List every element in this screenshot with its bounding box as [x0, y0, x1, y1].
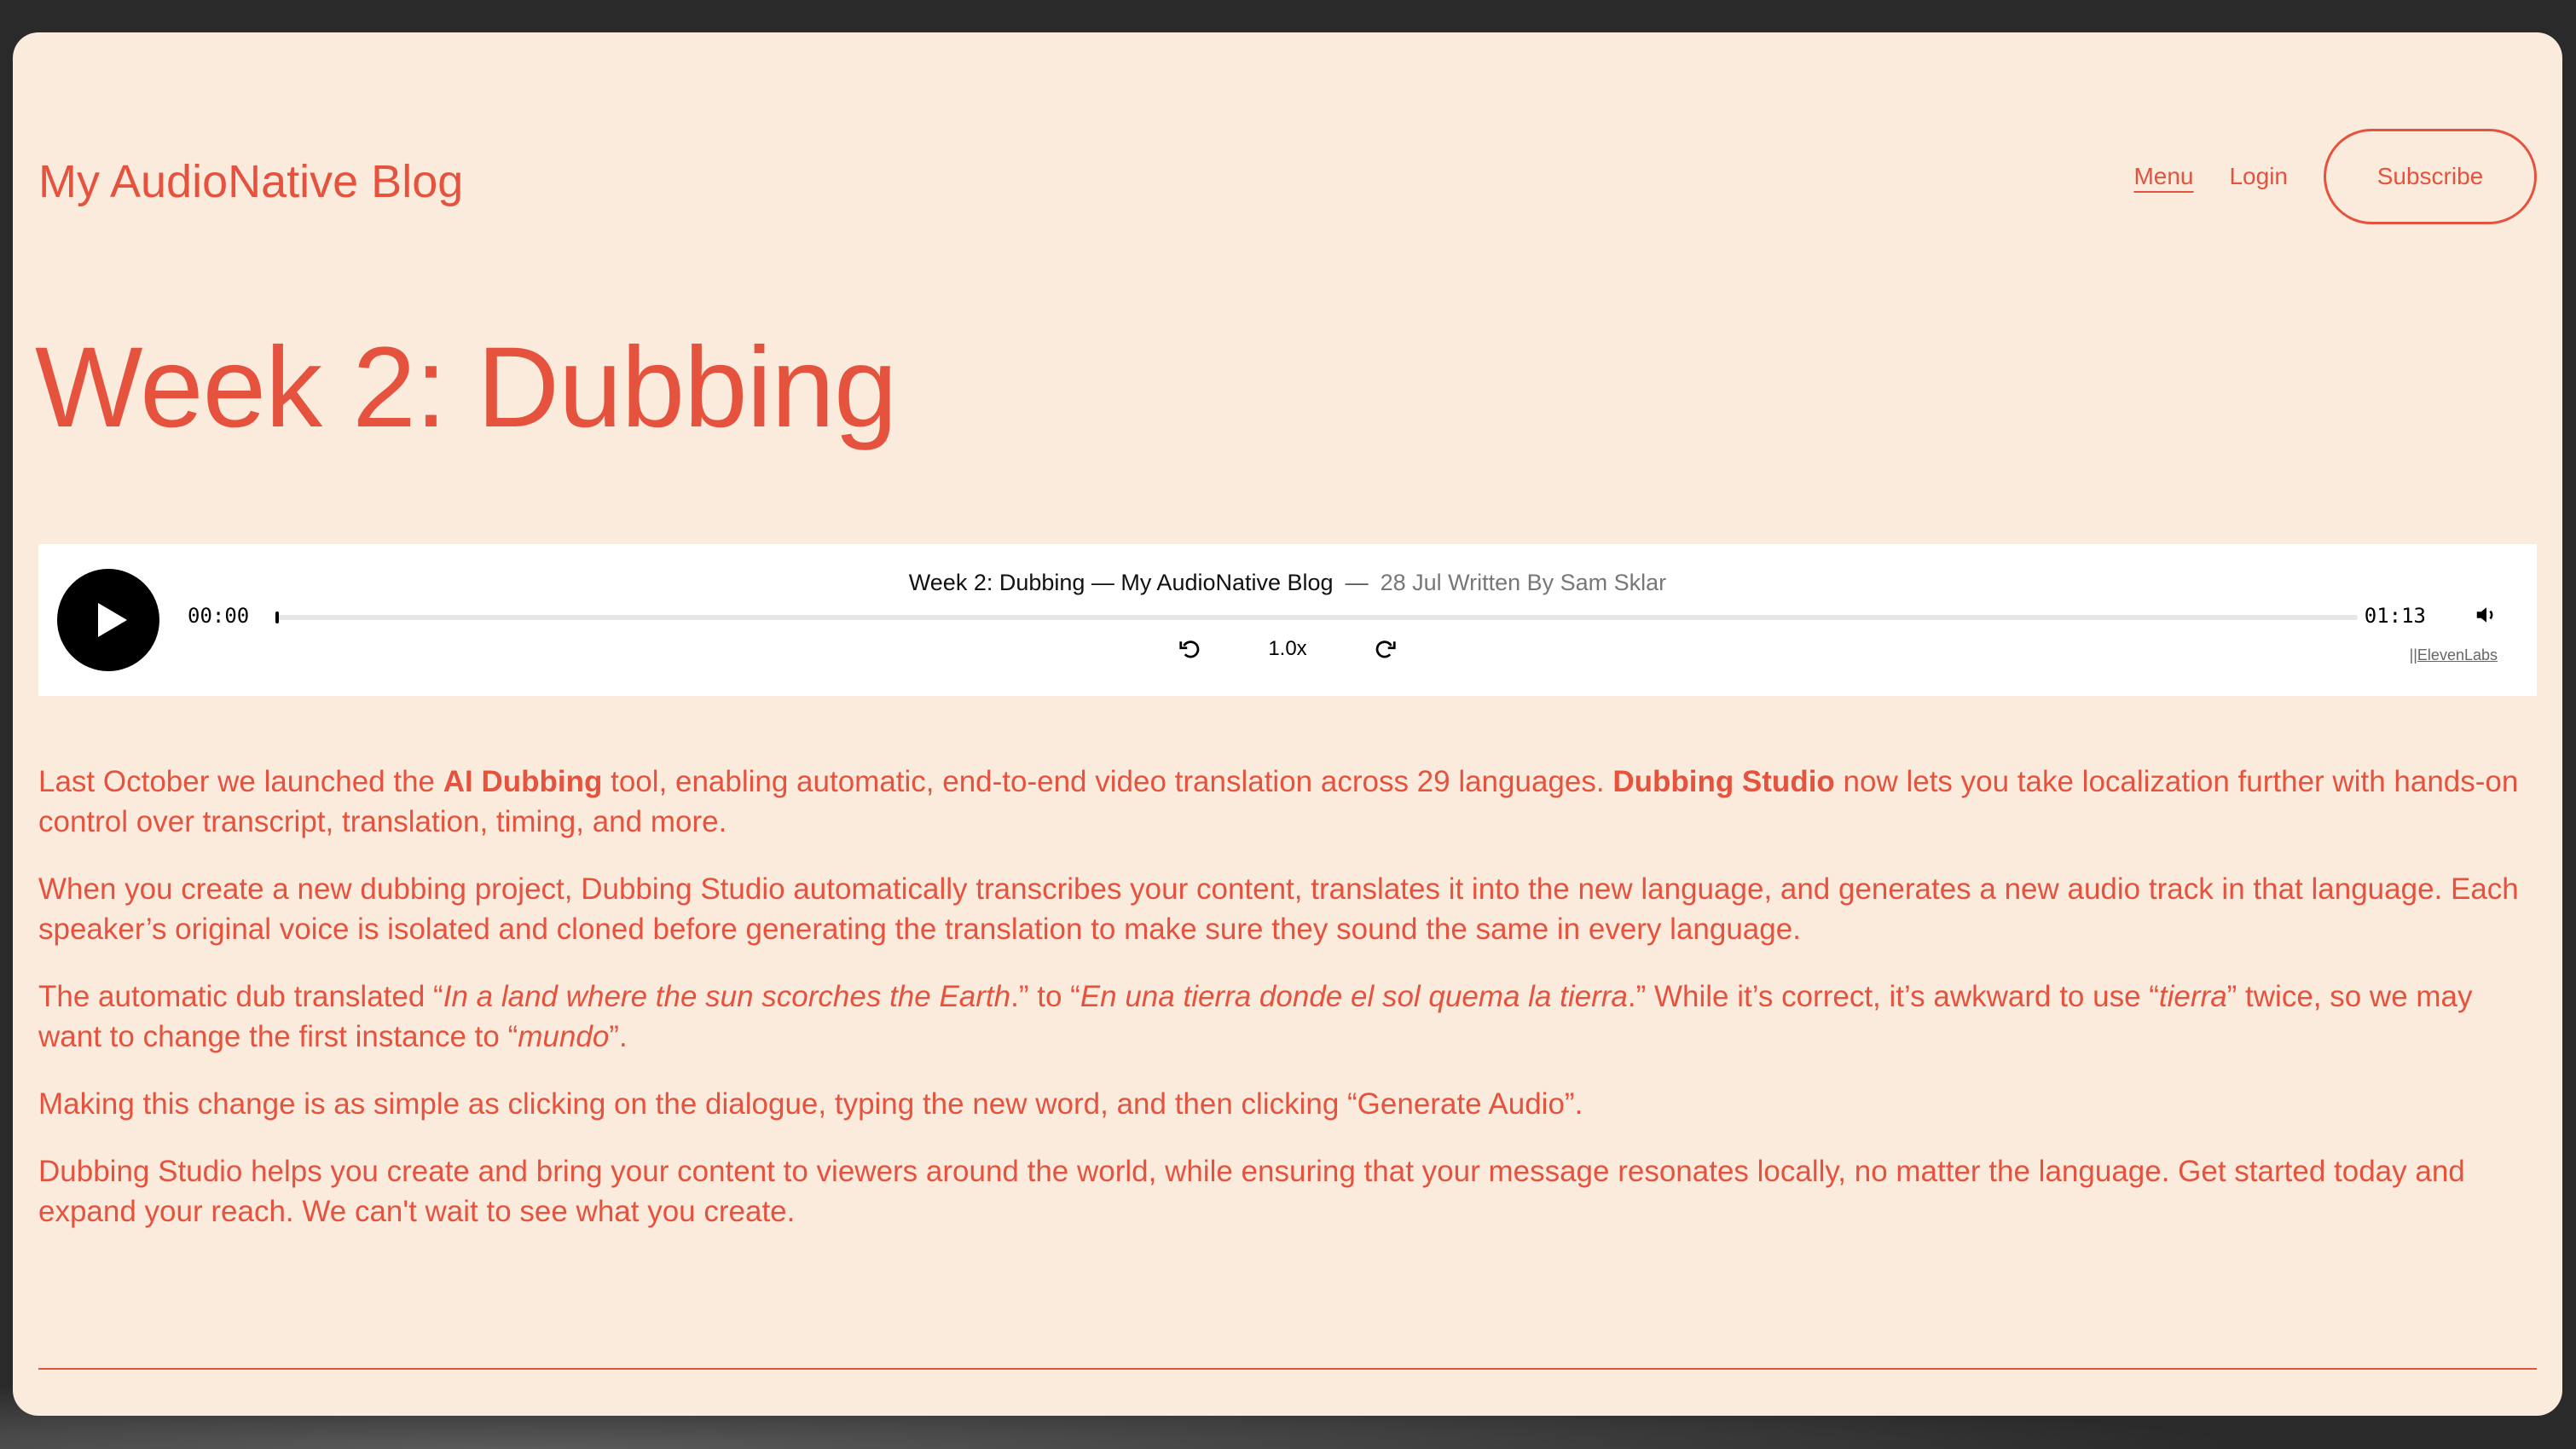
p3-quote-spanish: En una tierra donde el sol quema la tier…: [1080, 980, 1628, 1013]
p3-quote-english: In a land where the sun scorches the Ear…: [443, 980, 1011, 1013]
subscribe-button[interactable]: Subscribe: [2324, 129, 2537, 224]
player-meta: 28 Jul Written By Sam Sklar: [1380, 570, 1667, 595]
p1-text-c: tool, enabling automatic, end-to-end vid…: [602, 765, 1613, 798]
post-title: Week 2: Dubbing: [35, 324, 897, 451]
footer-divider: [38, 1368, 2537, 1370]
nav-menu-link[interactable]: Menu: [2133, 163, 2193, 190]
player-track-title: Week 2: Dubbing — My AudioNative Blog: [908, 570, 1334, 595]
ai-dubbing-link[interactable]: AI Dubbing: [443, 765, 603, 798]
p3-text-e: .” While it’s correct, it’s awkward to u…: [1627, 980, 2159, 1013]
player-controls: 1.0x: [38, 636, 2537, 662]
player-title: Week 2: Dubbing — My AudioNative Blog — 28…: [38, 570, 2537, 596]
p3-text-c: .” to “: [1010, 980, 1080, 1013]
article-paragraph: Dubbing Studio helps you create and brin…: [38, 1155, 2465, 1228]
p3-word-tierra: tierra: [2158, 980, 2227, 1013]
p3-text-a: The automatic dub translated “: [38, 980, 443, 1013]
player-title-separator: —: [1345, 570, 1369, 595]
playback-speed[interactable]: 1.0x: [1268, 637, 1306, 661]
audio-player: Week 2: Dubbing — My AudioNative Blog — 28…: [38, 544, 2537, 696]
blog-page: My AudioNative Blog Menu Login Subscribe…: [13, 32, 2562, 1416]
article-paragraph: Making this change is as simple as click…: [38, 1087, 1583, 1121]
article-paragraph: The automatic dub translated “In a land …: [38, 977, 2537, 1057]
nav-login-link[interactable]: Login: [2229, 163, 2288, 190]
volume-icon[interactable]: [2474, 602, 2499, 628]
p3-text-i: ”.: [609, 1020, 628, 1053]
forward-icon[interactable]: [1372, 636, 1398, 662]
site-header: My AudioNative Blog Menu Login Subscribe: [38, 126, 2537, 229]
article-paragraph: Last October we launched the AI Dubbing …: [38, 762, 2537, 842]
p1-text-a: Last October we launched the: [38, 765, 443, 798]
article-paragraph: When you create a new dubbing project, D…: [38, 872, 2519, 946]
total-time: 01:13: [2364, 604, 2426, 628]
current-time: 00:00: [188, 604, 250, 628]
rewind-icon[interactable]: [1178, 636, 1203, 662]
dubbing-studio-link[interactable]: Dubbing Studio: [1612, 765, 1834, 798]
progress-bar[interactable]: [275, 611, 2358, 623]
elevenlabs-link[interactable]: ||ElevenLabs: [2410, 646, 2498, 664]
progress-handle[interactable]: [275, 611, 279, 623]
article-body: Last October we launched the AI Dubbing …: [38, 762, 2537, 1259]
p3-word-mundo: mundo: [518, 1020, 610, 1053]
site-brand[interactable]: My AudioNative Blog: [38, 155, 463, 208]
site-nav: Menu Login Subscribe: [2133, 126, 2537, 227]
